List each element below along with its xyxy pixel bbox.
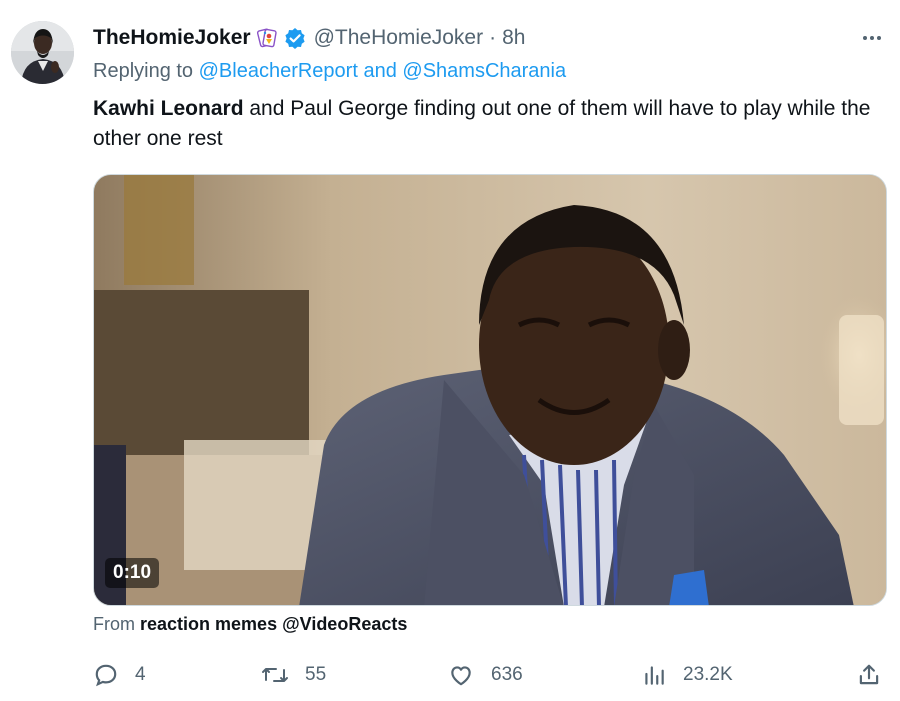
retweet-icon bbox=[261, 662, 289, 688]
share-button[interactable] bbox=[856, 659, 882, 691]
more-dots-icon[interactable] bbox=[858, 28, 886, 48]
mention-link[interactable]: @BleacherReport bbox=[199, 60, 358, 82]
header-separator: · bbox=[489, 26, 497, 49]
media-source-link[interactable]: reaction memes @VideoReacts bbox=[140, 614, 407, 634]
author-display-name[interactable]: TheHomieJoker bbox=[93, 26, 251, 50]
replying-to-label: Replying to bbox=[93, 60, 194, 82]
reply-icon bbox=[93, 662, 119, 688]
tweet-timestamp[interactable]: 8h bbox=[502, 26, 525, 50]
tweet-header: TheHomieJoker @TheHomieJoker · 8h bbox=[93, 24, 525, 52]
views-icon bbox=[641, 662, 667, 688]
views-count: 23.2K bbox=[683, 664, 733, 685]
replying-to-line: Replying to @BleacherReport and @ShamsCh… bbox=[93, 60, 566, 83]
retweet-count: 55 bbox=[305, 664, 327, 685]
reply-button[interactable]: 4 bbox=[93, 659, 146, 691]
views-button[interactable]: 23.2K bbox=[641, 659, 733, 691]
verified-badge-icon bbox=[284, 27, 306, 49]
tweet-text-bold: Kawhi Leonard bbox=[93, 97, 244, 120]
reply-count: 4 bbox=[135, 664, 146, 685]
avatar[interactable] bbox=[11, 21, 74, 84]
share-icon bbox=[856, 662, 882, 688]
retweet-button[interactable]: 55 bbox=[261, 659, 326, 691]
like-icon bbox=[447, 662, 475, 688]
author-handle[interactable]: @TheHomieJoker bbox=[314, 26, 484, 50]
tweet-actions: 4 55 636 23.2K bbox=[93, 659, 887, 691]
media-source-prefix: From bbox=[93, 614, 135, 634]
media-source: From reaction memes @VideoReacts bbox=[93, 614, 407, 635]
like-count: 636 bbox=[491, 664, 523, 685]
mention-joiner: and bbox=[363, 60, 397, 82]
video-duration-badge: 0:10 bbox=[105, 558, 160, 588]
tweet-text: Kawhi Leonard and Paul George finding ou… bbox=[93, 94, 883, 154]
video-player[interactable]: 0:10 bbox=[93, 174, 887, 606]
joker-card-icon bbox=[256, 27, 278, 49]
like-button[interactable]: 636 bbox=[447, 659, 523, 691]
mention-link[interactable]: @ShamsCharania bbox=[402, 60, 566, 82]
